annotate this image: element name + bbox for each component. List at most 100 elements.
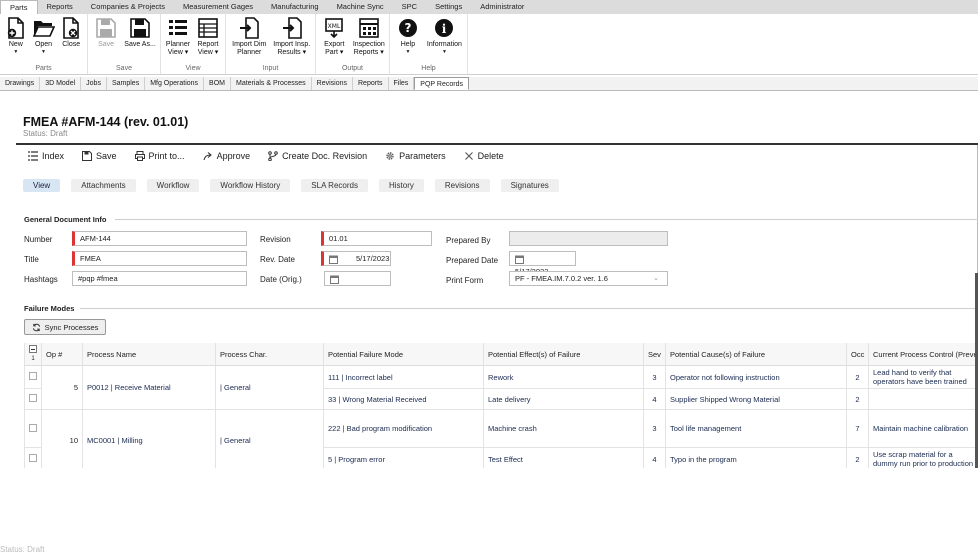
print-button[interactable]: Print to...	[135, 151, 185, 161]
occ-cell[interactable]: 2	[847, 366, 869, 389]
sev-cell[interactable]: 4	[644, 448, 666, 469]
sub-tab-bom[interactable]: BOM	[204, 77, 231, 90]
new-button[interactable]: New ▼	[3, 16, 29, 55]
tab-signatures[interactable]: Signatures	[501, 179, 559, 192]
tab-sla-records[interactable]: SLA Records	[301, 179, 368, 192]
prevention-cell[interactable]: Use scrap material for a dummy run prior…	[869, 448, 978, 469]
process-char-cell[interactable]: | General	[216, 366, 324, 410]
sev-cell[interactable]: 3	[644, 410, 666, 448]
menu-tab-settings[interactable]: Settings	[426, 0, 471, 14]
tab-view[interactable]: View	[23, 179, 60, 192]
help-button[interactable]: ? Help ▼	[393, 16, 423, 55]
row-checkbox-cell[interactable]	[25, 448, 42, 469]
sub-tab-reports[interactable]: Reports	[353, 77, 389, 90]
prepared-date-field[interactable]: 5/17/2023	[509, 251, 576, 266]
title-field[interactable]: FMEA	[72, 251, 247, 266]
sev-cell[interactable]: 4	[644, 389, 666, 410]
menu-tab-machine-sync[interactable]: Machine Sync	[328, 0, 393, 14]
sub-tab-materials-processes[interactable]: Materials & Processes	[231, 77, 312, 90]
sub-tab-pqp-records[interactable]: PQP Records	[414, 77, 469, 90]
failure-mode-cell[interactable]: 222 | Bad program modification	[324, 410, 484, 448]
effect-cell[interactable]: Machine crash	[484, 410, 644, 448]
prevention-cell[interactable]	[869, 389, 978, 410]
close-button[interactable]: Close	[58, 16, 84, 49]
table-row[interactable]: 10 MC0001 | Milling | General 222 | Bad …	[25, 410, 978, 448]
cause-cell[interactable]: Supplier Shipped Wrong Material	[666, 389, 847, 410]
sev-cell[interactable]: 3	[644, 366, 666, 389]
sub-tab-files[interactable]: Files	[389, 77, 415, 90]
sub-tab-revisions[interactable]: Revisions	[312, 77, 353, 90]
process-name-cell[interactable]: MC0001 | Milling	[83, 410, 216, 469]
menu-tab-companies-projects[interactable]: Companies & Projects	[82, 0, 174, 14]
prevention-cell[interactable]: Lead hand to verify that operators have …	[869, 366, 978, 389]
process-name-cell[interactable]: P0012 | Receive Material	[83, 366, 216, 410]
parameters-button[interactable]: Parameters	[385, 151, 446, 161]
effect-cell[interactable]: Late delivery	[484, 389, 644, 410]
failure-mode-cell[interactable]: 33 | Wrong Material Received	[324, 389, 484, 410]
save-ribbon-button[interactable]: Save	[91, 16, 121, 49]
inspection-reports-button[interactable]: InspectionReports ▾	[352, 16, 386, 57]
effect-cell[interactable]: Rework	[484, 366, 644, 389]
tab-revisions[interactable]: Revisions	[435, 179, 490, 192]
column-header-op[interactable]: Op #	[42, 343, 83, 366]
cause-cell[interactable]: Tool life management	[666, 410, 847, 448]
row-checkbox[interactable]	[29, 394, 37, 402]
print-form-select[interactable]: PF - FMEA.IM.7.0.2 ver. 1.6 ⌄	[509, 271, 668, 286]
information-button[interactable]: i Information ▼	[425, 16, 464, 55]
column-header-effects[interactable]: Potential Effect(s) of Failure	[484, 343, 644, 366]
menu-tab-measurement-gages[interactable]: Measurement Gages	[174, 0, 262, 14]
menu-tab-spc[interactable]: SPC	[393, 0, 426, 14]
column-header-prevention[interactable]: Current Process Control (Prevention)	[869, 343, 978, 366]
export-part-button[interactable]: XML ExportPart ▾	[319, 16, 350, 57]
column-header-failure-mode[interactable]: Potential Failure Mode	[324, 343, 484, 366]
select-all-header[interactable]: 1	[25, 343, 42, 366]
table-row[interactable]: 5 P0012 | Receive Material | General 111…	[25, 366, 978, 389]
rev-date-field[interactable]: 5/17/2023	[321, 251, 391, 266]
menu-tab-reports[interactable]: Reports	[38, 0, 82, 14]
revision-field[interactable]: 01.01	[321, 231, 432, 246]
sync-processes-button[interactable]: Sync Processes	[24, 319, 106, 335]
report-view-button[interactable]: ReportView ▾	[194, 16, 222, 57]
row-checkbox[interactable]	[29, 372, 37, 380]
tab-attachments[interactable]: Attachments	[71, 179, 135, 192]
occ-cell[interactable]: 2	[847, 448, 869, 469]
import-insp-results-button[interactable]: Import Insp.Results ▾	[272, 16, 313, 57]
row-checkbox-cell[interactable]	[25, 389, 42, 410]
column-header-occ[interactable]: Occ	[847, 343, 869, 366]
tab-workflow-history[interactable]: Workflow History	[210, 179, 290, 192]
sub-tab-3d-model[interactable]: 3D Model	[40, 77, 81, 90]
create-doc-revision-button[interactable]: Create Doc. Revision	[268, 151, 367, 161]
index-button[interactable]: Index	[28, 151, 64, 161]
planner-view-button[interactable]: PlannerView ▾	[164, 16, 192, 57]
column-header-causes[interactable]: Potential Cause(s) of Failure	[666, 343, 847, 366]
sub-tab-jobs[interactable]: Jobs	[81, 77, 107, 90]
open-button[interactable]: Open ▼	[31, 16, 57, 55]
menu-tab-administrator[interactable]: Administrator	[471, 0, 533, 14]
hashtags-field[interactable]: #pqp #fmea	[72, 271, 247, 286]
sub-tab-samples[interactable]: Samples	[107, 77, 145, 90]
cause-cell[interactable]: Typo in the program	[666, 448, 847, 469]
import-dim-planner-button[interactable]: Import DimPlanner	[229, 16, 270, 57]
menu-tab-manufacturing[interactable]: Manufacturing	[262, 0, 328, 14]
cause-cell[interactable]: Operator not following instruction	[666, 366, 847, 389]
save-button[interactable]: Save	[82, 151, 117, 161]
row-checkbox-cell[interactable]	[25, 410, 42, 448]
column-header-sev[interactable]: Sev	[644, 343, 666, 366]
process-char-cell[interactable]: | General	[216, 410, 324, 469]
effect-cell[interactable]: Test Effect	[484, 448, 644, 469]
occ-cell[interactable]: 7	[847, 410, 869, 448]
row-checkbox[interactable]	[29, 424, 37, 432]
column-header-process-name[interactable]: Process Name	[83, 343, 216, 366]
row-checkbox-cell[interactable]	[25, 366, 42, 389]
sub-tab-mfg-operations[interactable]: Mfg Operations	[145, 77, 204, 90]
failure-mode-cell[interactable]: 111 | Incorrect label	[324, 366, 484, 389]
approve-button[interactable]: Approve	[203, 151, 251, 161]
tab-workflow[interactable]: Workflow	[147, 179, 200, 192]
delete-button[interactable]: Delete	[464, 151, 504, 161]
sub-tab-drawings[interactable]: Drawings	[0, 77, 40, 90]
row-checkbox[interactable]	[29, 454, 37, 462]
occ-cell[interactable]: 2	[847, 389, 869, 410]
number-field[interactable]: AFM-144	[72, 231, 247, 246]
failure-mode-cell[interactable]: 5 | Program error	[324, 448, 484, 469]
column-header-process-char[interactable]: Process Char.	[216, 343, 324, 366]
